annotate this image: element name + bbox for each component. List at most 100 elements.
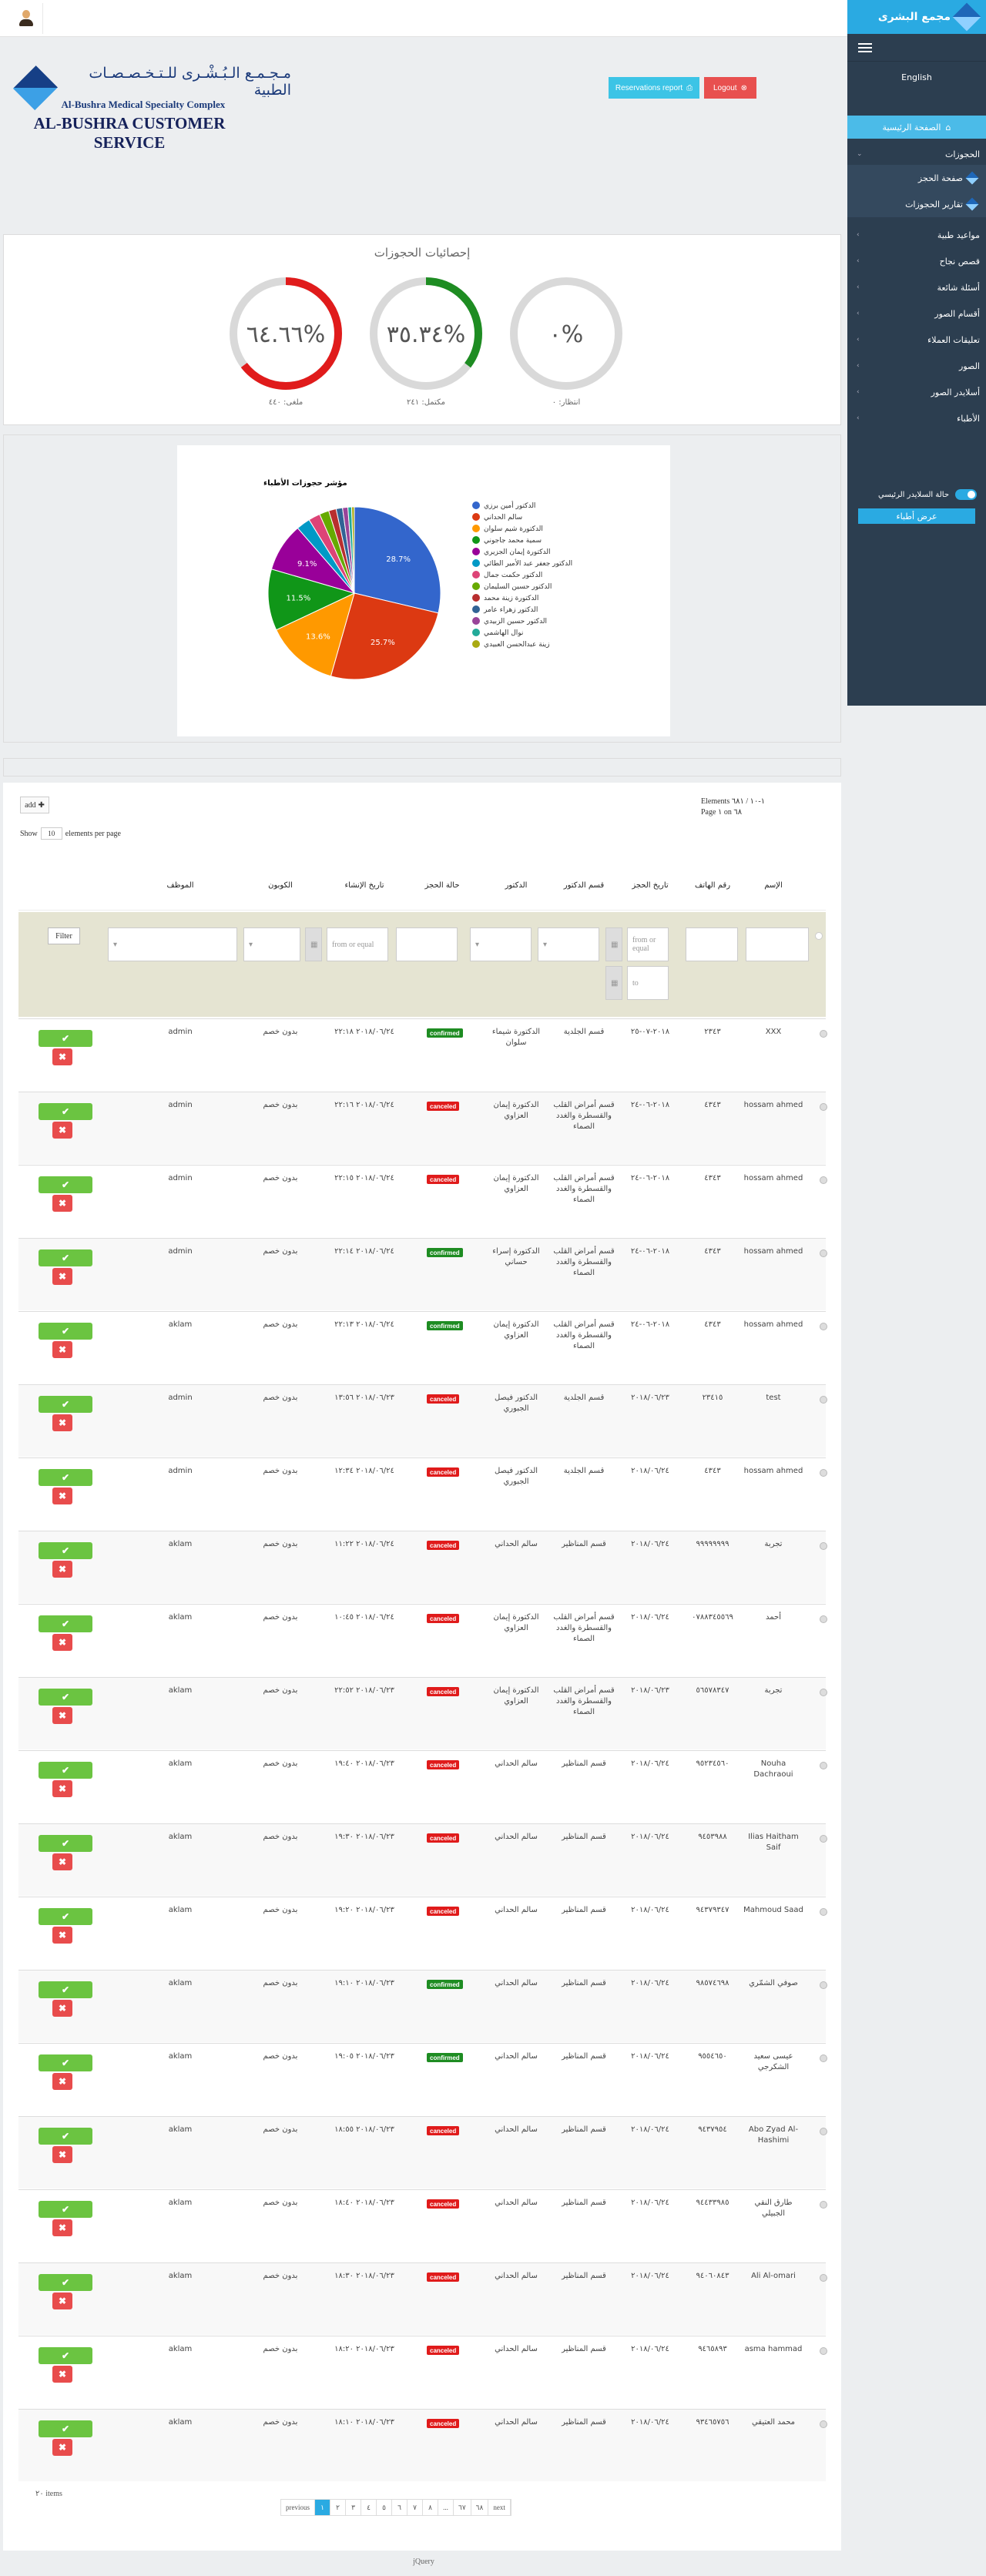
cancel-button[interactable]: ✖ [52, 1927, 72, 1944]
page-link[interactable]: ٧ [407, 2500, 423, 2515]
cancel-button[interactable]: ✖ [52, 1268, 72, 1285]
calendar-icon[interactable]: ▦ [605, 966, 622, 1000]
confirm-button[interactable]: ✔ [39, 1835, 92, 1852]
page-link[interactable]: ٦٨ [471, 2500, 489, 2515]
cancel-button[interactable]: ✖ [52, 2073, 72, 2090]
row-checkbox[interactable] [820, 1469, 827, 1477]
cancel-button[interactable]: ✖ [52, 1122, 72, 1139]
sidebar-item-2[interactable]: ‹ أسئلة شائعة [847, 274, 986, 300]
cancel-button[interactable]: ✖ [52, 1561, 72, 1578]
cancel-button[interactable]: ✖ [52, 1780, 72, 1797]
page-link[interactable]: ١ [315, 2500, 330, 2515]
language-switch[interactable]: English [847, 62, 986, 92]
add-button[interactable]: add ✚ [20, 797, 49, 813]
sidebar-item-1[interactable]: ‹ قصص نجاح [847, 248, 986, 274]
department-filter[interactable]: ▾ [538, 927, 599, 961]
status-filter[interactable] [396, 927, 458, 961]
row-checkbox[interactable] [820, 2274, 827, 2282]
column-header[interactable]: حالة الحجز [411, 881, 473, 890]
cancel-button[interactable]: ✖ [52, 2146, 72, 2163]
cancel-button[interactable]: ✖ [52, 1853, 72, 1870]
cancel-button[interactable]: ✖ [52, 2366, 72, 2383]
sidebar-item-home[interactable]: الصفحة الرئيسية ⌂ [847, 116, 986, 139]
row-checkbox[interactable] [820, 1981, 827, 1989]
cancel-button[interactable]: ✖ [52, 1634, 72, 1651]
calendar-icon[interactable]: ▦ [605, 927, 622, 961]
name-filter[interactable] [746, 927, 809, 961]
confirm-button[interactable]: ✔ [39, 1689, 92, 1706]
filter-button[interactable]: Filter [48, 927, 80, 944]
calendar-icon[interactable]: ▦ [305, 927, 322, 961]
cancel-button[interactable]: ✖ [52, 1488, 72, 1504]
row-checkbox[interactable] [820, 2420, 827, 2428]
cancel-button[interactable]: ✖ [52, 1048, 72, 1065]
sidebar-item-4[interactable]: ‹ تعليقات العملاء [847, 327, 986, 353]
page-link[interactable]: ٣ [346, 2500, 361, 2515]
row-checkbox[interactable] [820, 1762, 827, 1769]
column-header[interactable]: الكوبون [250, 881, 311, 890]
row-checkbox[interactable] [820, 1908, 827, 1916]
page-link[interactable]: ... [438, 2500, 454, 2515]
page-link[interactable]: ٦ [392, 2500, 407, 2515]
column-header[interactable]: الدكتور [485, 881, 547, 890]
cancel-button[interactable]: ✖ [52, 2293, 72, 2309]
page-link[interactable]: ٢ [330, 2500, 346, 2515]
doctor-filter[interactable]: ▾ [470, 927, 532, 961]
confirm-button[interactable]: ✔ [39, 1249, 92, 1266]
column-header[interactable]: الإسم [743, 881, 804, 890]
confirm-button[interactable]: ✔ [39, 1323, 92, 1340]
logout-button[interactable]: Logout ⊗ [704, 77, 756, 99]
confirm-button[interactable]: ✔ [39, 2054, 92, 2071]
row-checkbox[interactable] [820, 2201, 827, 2209]
cancel-button[interactable]: ✖ [52, 2219, 72, 2236]
sidebar-item-7[interactable]: ‹ الأطباء [847, 405, 986, 431]
slider-toggle[interactable] [955, 489, 977, 500]
employee-filter[interactable]: ▾ [108, 927, 237, 961]
confirm-button[interactable]: ✔ [39, 1396, 92, 1413]
reservations-report-button[interactable]: Reservations report ⎙ [609, 77, 699, 99]
select-all-checkbox[interactable] [815, 932, 823, 940]
page-link[interactable]: ٥ [377, 2500, 392, 2515]
confirm-button[interactable]: ✔ [39, 1981, 92, 1998]
confirm-button[interactable]: ✔ [39, 1469, 92, 1486]
sidebar-section-bookings[interactable]: ⌄ الحجوزات [847, 143, 986, 165]
sidebar-item-booking-page[interactable]: صفحة الحجز [847, 165, 986, 191]
row-checkbox[interactable] [820, 1542, 827, 1550]
page-link[interactable]: ٤ [361, 2500, 377, 2515]
row-checkbox[interactable] [820, 1030, 827, 1038]
cancel-button[interactable]: ✖ [52, 2439, 72, 2456]
sidebar-item-booking-reports[interactable]: تقارير الحجوزات [847, 191, 986, 217]
row-checkbox[interactable] [820, 1249, 827, 1257]
created-from-input[interactable]: from or equal [327, 927, 388, 961]
row-checkbox[interactable] [820, 1103, 827, 1111]
column-header[interactable]: تاريخ الحجز [622, 881, 678, 890]
column-header[interactable]: رقم الهاتف [686, 881, 740, 890]
confirm-button[interactable]: ✔ [39, 2128, 92, 2145]
menu-icon[interactable] [858, 42, 872, 52]
page-link[interactable]: ٦٧ [454, 2500, 471, 2515]
confirm-button[interactable]: ✔ [39, 1030, 92, 1047]
column-header[interactable]: قسم الدكتور [553, 881, 615, 890]
confirm-button[interactable]: ✔ [39, 1762, 92, 1779]
confirm-button[interactable]: ✔ [39, 2201, 92, 2218]
sidebar-item-0[interactable]: ‹ مواعيد طبية [847, 222, 986, 248]
row-checkbox[interactable] [820, 1323, 827, 1330]
sidebar-brand[interactable]: مجمع البشرى [847, 0, 986, 34]
column-header[interactable]: تاريخ الإنشاء [331, 881, 397, 890]
confirm-button[interactable]: ✔ [39, 2274, 92, 2291]
sidebar-item-5[interactable]: ‹ الصور [847, 353, 986, 379]
phone-filter[interactable] [686, 927, 738, 961]
confirm-button[interactable]: ✔ [39, 1103, 92, 1120]
avatar[interactable] [9, 3, 43, 34]
column-header[interactable]: الموظف [134, 881, 226, 890]
coupon-filter[interactable]: ▾ [243, 927, 300, 961]
cancel-button[interactable]: ✖ [52, 1414, 72, 1431]
page-link[interactable]: ٨ [423, 2500, 438, 2515]
page-link[interactable]: next [488, 2500, 511, 2515]
confirm-button[interactable]: ✔ [39, 2420, 92, 2437]
row-checkbox[interactable] [820, 1396, 827, 1404]
confirm-button[interactable]: ✔ [39, 1542, 92, 1559]
cancel-button[interactable]: ✖ [52, 2000, 72, 2017]
row-checkbox[interactable] [820, 1689, 827, 1696]
row-checkbox[interactable] [820, 2347, 827, 2355]
